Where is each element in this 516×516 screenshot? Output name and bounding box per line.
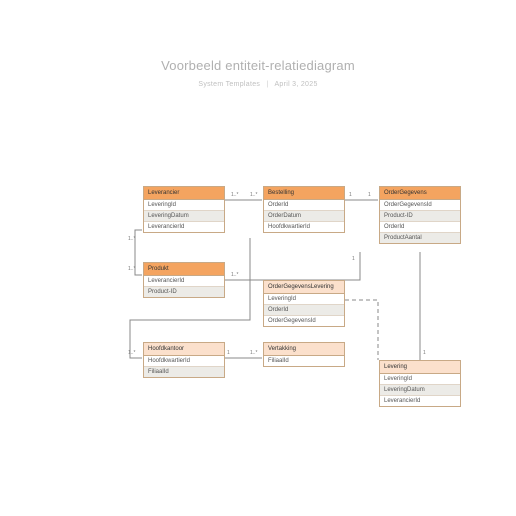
entity-header: Levering bbox=[380, 361, 460, 374]
entity-levering[interactable]: Levering LeveringId LeveringDatum Levera… bbox=[379, 360, 461, 407]
entity-attr: OrderDatum bbox=[264, 211, 344, 222]
cardinality-label: 1..* bbox=[231, 272, 239, 278]
diagram-canvas: Leverancier LeveringId LeveringDatum Lev… bbox=[0, 0, 516, 516]
entity-header: Hoofdkantoor bbox=[144, 343, 224, 356]
entity-attr: LeveringId bbox=[264, 294, 344, 305]
cardinality-label: 1 bbox=[349, 192, 352, 198]
entity-attr: FiliaalId bbox=[144, 367, 224, 377]
entity-attr: Product-ID bbox=[380, 211, 460, 222]
cardinality-label: 1 bbox=[227, 350, 230, 356]
entity-attr: Product-ID bbox=[144, 287, 224, 297]
connectors-layer bbox=[0, 0, 516, 516]
entity-attr: LeveringId bbox=[380, 374, 460, 385]
entity-attr: LeverancierId bbox=[144, 276, 224, 287]
entity-produkt[interactable]: Produkt LeverancierId Product-ID bbox=[143, 262, 225, 298]
entity-header: Leverancier bbox=[144, 187, 224, 200]
cardinality-label: 1..* bbox=[250, 192, 258, 198]
entity-attr: ProductAantal bbox=[380, 233, 460, 243]
cardinality-label: 1..* bbox=[231, 192, 239, 198]
entity-attr: LeverancierId bbox=[380, 396, 460, 406]
entity-attr: HoofdkwartierId bbox=[264, 222, 344, 232]
entity-attr: FiliaalId bbox=[264, 356, 344, 366]
cardinality-label: 1 bbox=[423, 350, 426, 356]
cardinality-label: 1..* bbox=[128, 236, 136, 242]
cardinality-label: 1 bbox=[352, 256, 355, 262]
entity-attr: LeveringId bbox=[144, 200, 224, 211]
entity-attr: LeverancierId bbox=[144, 222, 224, 232]
entity-attr: HoofdkwartierId bbox=[144, 356, 224, 367]
entity-header: Vertakking bbox=[264, 343, 344, 356]
cardinality-label: 1..* bbox=[128, 266, 136, 272]
entity-header: Bestelling bbox=[264, 187, 344, 200]
entity-header: OrderGegevensLevering bbox=[264, 281, 344, 294]
entity-attr: LeveringDatum bbox=[380, 385, 460, 396]
entity-attr: OrderGegevensId bbox=[264, 316, 344, 326]
entity-attr: OrderId bbox=[264, 200, 344, 211]
entity-vertakking[interactable]: Vertakking FiliaalId bbox=[263, 342, 345, 367]
entity-ordergegevens[interactable]: OrderGegevens OrderGegevensId Product-ID… bbox=[379, 186, 461, 244]
entity-attr: OrderId bbox=[380, 222, 460, 233]
entity-leverancier[interactable]: Leverancier LeveringId LeveringDatum Lev… bbox=[143, 186, 225, 233]
entity-attr: OrderGegevensId bbox=[380, 200, 460, 211]
cardinality-label: 1..* bbox=[128, 350, 136, 356]
entity-hoofdkantoor[interactable]: Hoofdkantoor HoofdkwartierId FiliaalId bbox=[143, 342, 225, 378]
entity-header: OrderGegevens bbox=[380, 187, 460, 200]
entity-ordergegevenslevering[interactable]: OrderGegevensLevering LeveringId OrderId… bbox=[263, 280, 345, 327]
entity-attr: LeveringDatum bbox=[144, 211, 224, 222]
entity-attr: OrderId bbox=[264, 305, 344, 316]
entity-bestelling[interactable]: Bestelling OrderId OrderDatum Hoofdkwart… bbox=[263, 186, 345, 233]
cardinality-label: 1 bbox=[368, 192, 371, 198]
entity-header: Produkt bbox=[144, 263, 224, 276]
cardinality-label: 1..* bbox=[250, 350, 258, 356]
